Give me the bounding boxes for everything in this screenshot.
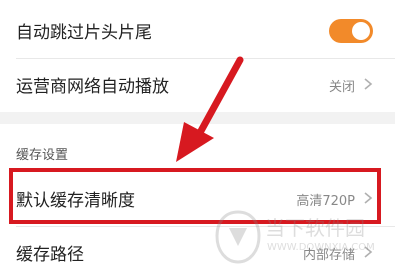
auto-skip-label: 自动跳过片头片尾 — [16, 23, 152, 43]
settings-page: 自动跳过片头片尾 运营商网络自动播放 关闭 缓存设置 默认缓存清晰度 高清720… — [0, 0, 395, 280]
cache-path-label: 缓存路径 — [16, 245, 84, 265]
auto-skip-toggle[interactable] — [329, 19, 373, 43]
setting-row-carrier-autoplay[interactable]: 运营商网络自动播放 关闭 — [0, 59, 395, 109]
cache-section-header: 缓存设置 — [0, 124, 395, 168]
carrier-autoplay-value: 关闭 — [328, 80, 355, 95]
cache-section-title: 缓存设置 — [16, 148, 69, 163]
watermark-text: 当下软件园 — [265, 216, 365, 240]
setting-row-auto-skip[interactable]: 自动跳过片头片尾 — [0, 0, 395, 58]
chevron-right-icon — [364, 78, 373, 90]
watermark: 当下软件园 WWW.DOWNXIA.COM — [209, 208, 389, 266]
section-gap — [0, 112, 395, 124]
toggle-knob — [352, 22, 370, 40]
watermark-logo-icon — [215, 210, 261, 264]
carrier-autoplay-label: 运营商网络自动播放 — [16, 77, 169, 97]
watermark-url: WWW.DOWNXIA.COM — [267, 242, 375, 253]
